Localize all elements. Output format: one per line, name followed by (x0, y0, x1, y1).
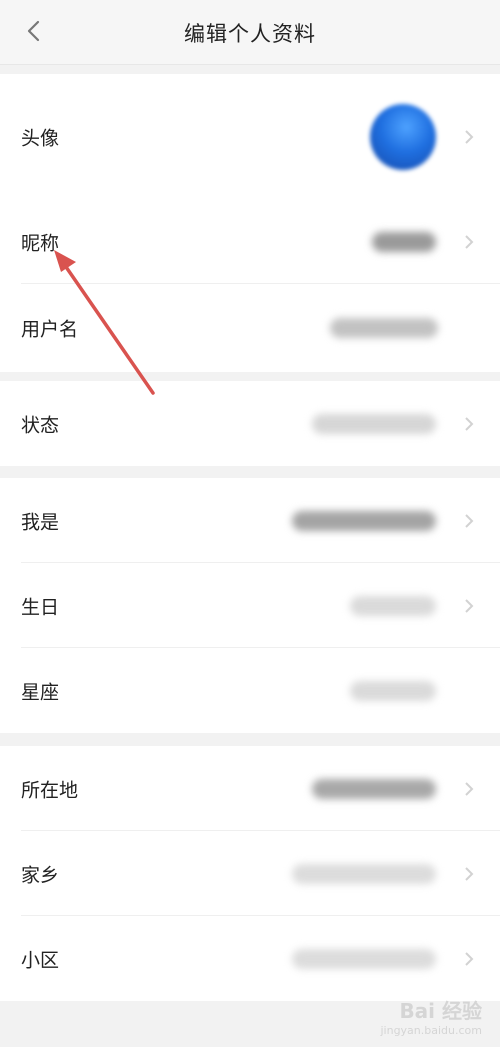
watermark: Bai 经验 jingyan.baidu.com (380, 995, 482, 1037)
watermark-brand: Bai 经验 (399, 999, 482, 1023)
watermark-url: jingyan.baidu.com (380, 1024, 482, 1037)
red-arrow-annotation (54, 250, 155, 395)
